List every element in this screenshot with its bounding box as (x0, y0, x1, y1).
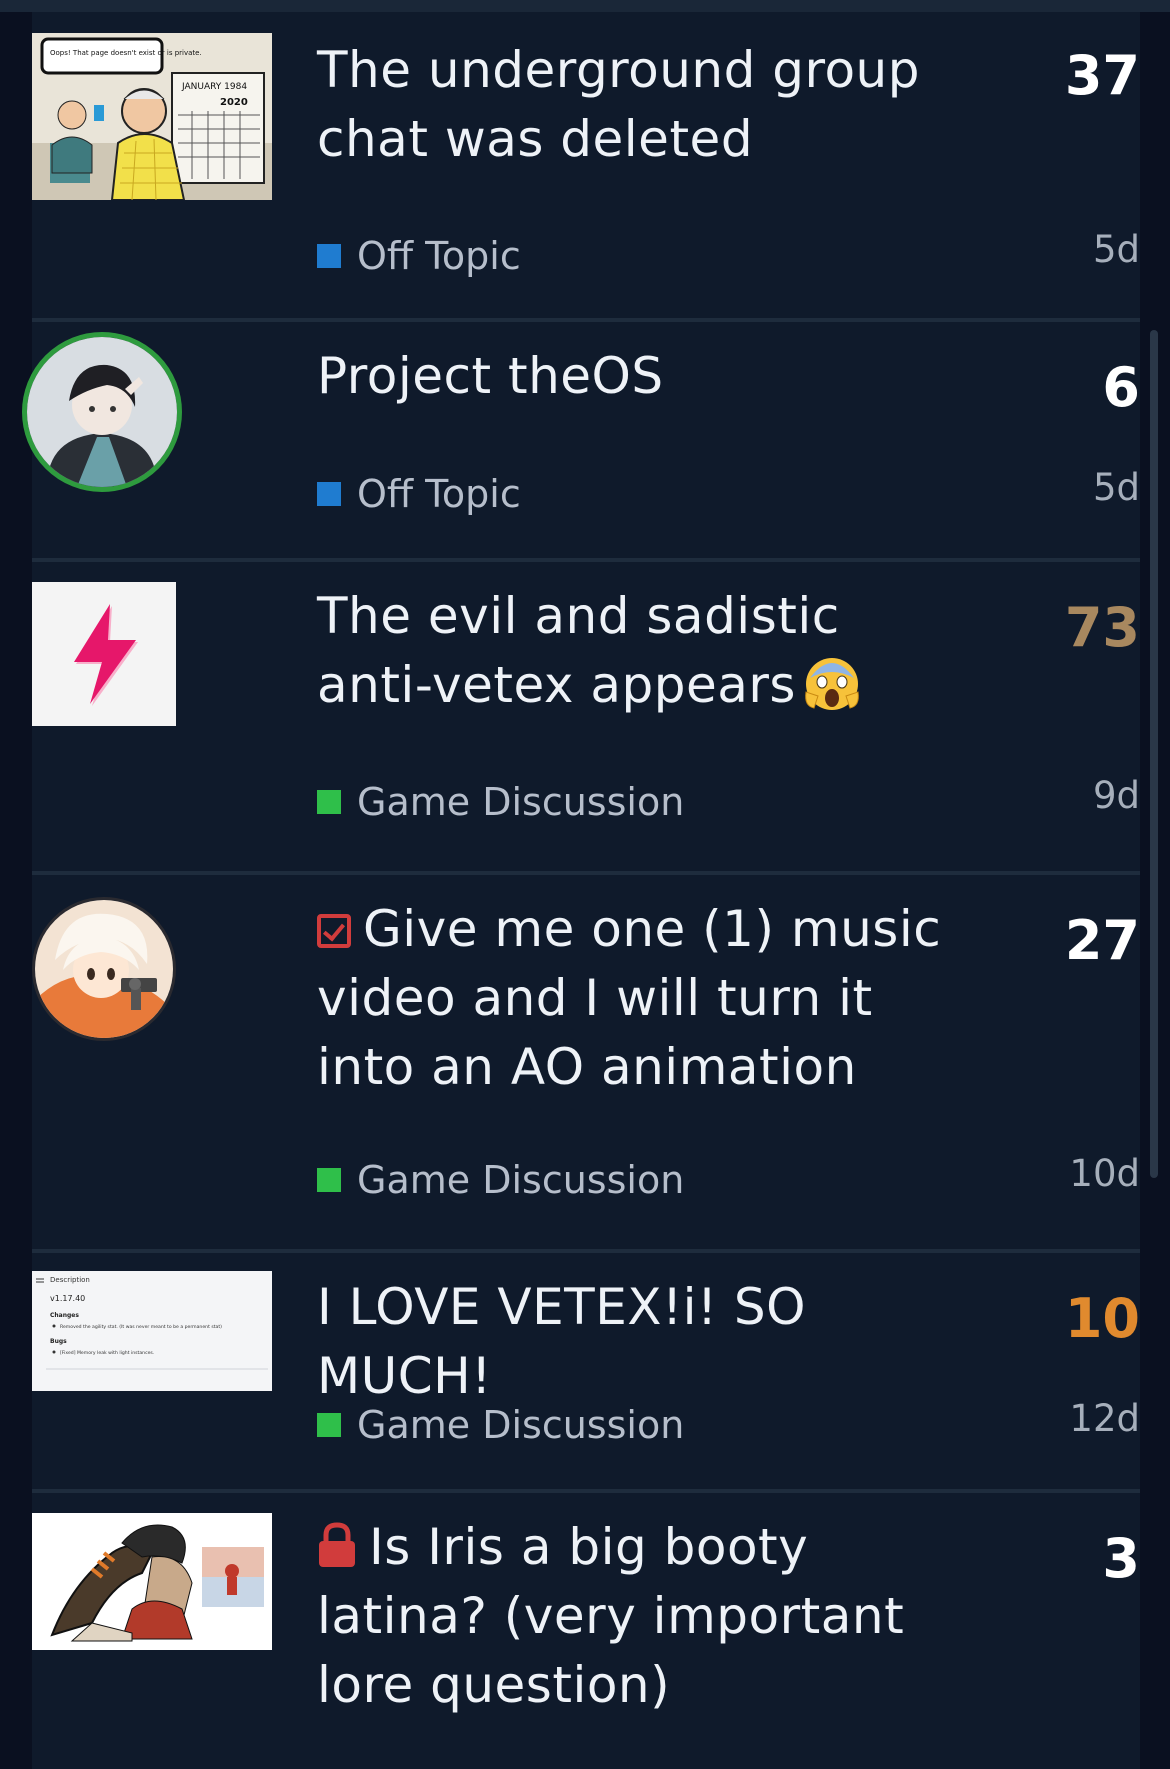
user-avatar[interactable] (32, 897, 176, 1041)
topic-row[interactable]: Oops! That page doesn't exist or is priv… (32, 12, 1140, 322)
category-label: Game Discussion (357, 780, 685, 824)
category-badge[interactable]: Off Topic (317, 234, 521, 278)
reply-count: 73 (1064, 596, 1140, 659)
activity-age[interactable]: 5d (1000, 228, 1140, 272)
topic-list-screen: Oops! That page doesn't exist or is priv… (0, 0, 1170, 1769)
activity-age[interactable]: 12d (1000, 1397, 1140, 1441)
category-badge[interactable]: Off Topic (317, 472, 521, 516)
notes-version: v1.17.40 (50, 1294, 85, 1303)
notes-heading: Description (50, 1276, 90, 1284)
notes-change-item: Removed the agility stat. (It was never … (60, 1324, 222, 1330)
lightning-icon (32, 582, 176, 726)
reply-count: 10 (1064, 1287, 1140, 1350)
activity-age[interactable]: 5d (1000, 466, 1140, 510)
topic-title[interactable]: Is Iris a big booty latina? (very import… (317, 1513, 957, 1720)
checkbox-icon (317, 914, 351, 948)
topic-title[interactable]: The evil and sadistic anti-vetex appears (317, 582, 957, 720)
topic-title[interactable]: Project theOS (317, 342, 957, 411)
category-color-swatch (317, 1168, 341, 1192)
reply-count: 27 (1064, 909, 1140, 972)
comic-thumbnail: Oops! That page doesn't exist or is priv… (32, 33, 272, 200)
category-color-swatch (317, 1413, 341, 1437)
header-edge (0, 0, 1170, 12)
topic-row[interactable]: Description v1.17.40 Changes Removed the… (32, 1253, 1140, 1493)
notes-changes-label: Changes (50, 1312, 79, 1319)
topic-row[interactable]: Project theOS 6 Off Topic 5d (22, 322, 1140, 562)
calendar-month: JANUARY 1984 (181, 82, 247, 92)
topic-title[interactable]: Give me one (1) music video and I will t… (317, 895, 957, 1102)
topic-list: Oops! That page doesn't exist or is priv… (22, 12, 1140, 1769)
category-label: Off Topic (357, 234, 521, 278)
topic-title-text: Is Iris a big booty latina? (very import… (317, 1518, 905, 1714)
topic-row[interactable]: The evil and sadistic anti-vetex appears… (32, 562, 1140, 875)
character-art-thumbnail (32, 1513, 272, 1650)
notes-bug-item: [Fixed] Memory leak with light instances… (60, 1350, 154, 1356)
category-label: Off Topic (357, 472, 521, 516)
topic-title-text: Give me one (1) music video and I will t… (317, 900, 942, 1096)
category-label: Game Discussion (357, 1158, 685, 1202)
topic-row[interactable]: Is Iris a big booty latina? (very import… (32, 1493, 1140, 1769)
comic-bubble-text: Oops! That page doesn't exist or is priv… (50, 49, 202, 57)
lock-icon (317, 1517, 357, 1567)
scrollbar[interactable] (1150, 330, 1158, 1178)
category-badge[interactable]: Game Discussion (317, 1403, 684, 1447)
screaming-face-emoji (805, 658, 859, 710)
activity-age[interactable]: 9d (1000, 774, 1140, 818)
category-badge[interactable]: Game Discussion (317, 1158, 684, 1202)
activity-age[interactable]: 10d (1000, 1152, 1140, 1196)
category-color-swatch (317, 482, 341, 506)
topic-row[interactable]: Give me one (1) music video and I will t… (32, 875, 1140, 1253)
notes-bugs-label: Bugs (50, 1338, 67, 1345)
calendar-year: 2020 (220, 97, 248, 108)
topic-title[interactable]: I LOVE VETEX!i! SO MUCH! (317, 1273, 957, 1411)
topic-title-text: The evil and sadistic anti-vetex appears (317, 587, 840, 714)
category-badge[interactable]: Game Discussion (317, 780, 684, 824)
reply-count: 3 (1102, 1527, 1140, 1590)
category-color-swatch (317, 790, 341, 814)
reply-count: 37 (1064, 44, 1140, 107)
reply-count: 6 (1102, 356, 1140, 419)
category-label: Game Discussion (357, 1403, 685, 1447)
user-avatar[interactable] (22, 332, 182, 492)
category-color-swatch (317, 244, 341, 268)
patch-notes-thumbnail: Description v1.17.40 Changes Removed the… (32, 1271, 272, 1391)
topic-title[interactable]: The underground group chat was deleted (317, 36, 957, 174)
